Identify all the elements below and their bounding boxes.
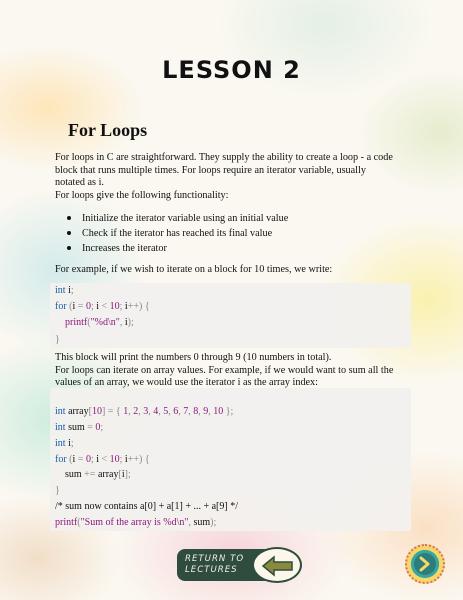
code-line: } — [50, 332, 411, 348]
section-heading: For Loops — [68, 120, 148, 140]
code-token: printf — [55, 517, 78, 529]
code-token: += — [81, 469, 98, 481]
code-line: sum += array[i]; — [50, 467, 411, 483]
code-token: ] = { — [101, 405, 124, 417]
code-line: int i; — [50, 283, 411, 299]
code-token: sum — [65, 421, 85, 433]
code-token: printf — [65, 317, 88, 329]
code-token: "%d\n" — [90, 317, 120, 329]
code-token: 10 — [109, 453, 120, 465]
code-token: for — [55, 453, 67, 465]
code-token: ); — [210, 517, 217, 529]
code-line: int sum = 0; — [50, 420, 411, 436]
code-token: = — [75, 453, 86, 465]
code-token: 10 — [109, 301, 120, 313]
code-token: ; — [100, 421, 104, 433]
code-token: "Sum of the array is %d\n" — [80, 517, 189, 529]
lesson-title: LESSON 2 — [162, 56, 301, 84]
code-token: sum — [55, 469, 82, 481]
code-block-loop: int i; for (i = 0; i < 10; i++) { printf(… — [50, 283, 411, 348]
middle-line: For loops can iterate on array values. F… — [55, 364, 394, 376]
code-token: int — [55, 285, 66, 296]
code-line: printf("Sum of the array is %d\n", sum); — [50, 515, 411, 531]
code-token: ); — [127, 317, 134, 329]
code-line: } — [50, 483, 411, 499]
code-token: < — [99, 453, 110, 465]
list-item: Check if the iterator has reached its fi… — [55, 226, 288, 241]
return-to-lectures-button[interactable]: RETURN TO LECTURES — [177, 547, 303, 583]
code-token: } — [55, 485, 60, 497]
functionality-list: Initialize the iterator variable using a… — [55, 211, 288, 256]
code-token: array — [65, 405, 89, 417]
intro-paragraph: For loops in C are straightforward. They… — [55, 152, 410, 202]
code-token: ++) { — [127, 301, 150, 313]
code-token: ]; — [124, 469, 131, 481]
code-token: int — [55, 405, 66, 417]
middle-line: This block will print the numbers 0 thro… — [55, 352, 332, 363]
arrow-left-icon — [252, 547, 302, 583]
code-line: for (i = 0; i < 10; i++) { — [50, 299, 411, 315]
code-token: 10 — [91, 405, 102, 417]
list-item: Initialize the iterator variable using a… — [55, 211, 288, 226]
code-token: = — [84, 421, 96, 433]
intro-line: For loops in C are straightforward. They… — [55, 152, 393, 163]
code-token: = — [75, 301, 86, 313]
code-line: for (i = 0; i < 10; i++) { — [50, 452, 411, 468]
code-token: sum — [193, 517, 211, 529]
code-line: printf("%d\n", i); — [50, 315, 411, 331]
code-token: array — [97, 469, 119, 481]
next-lesson-button[interactable] — [405, 544, 445, 584]
code-line: int i; — [50, 436, 411, 452]
code-line: int array[10] = { 1, 2, 3, 4, 5, 6, 7, 8… — [50, 404, 411, 420]
code-token: ; — [70, 437, 74, 449]
code-line: /* sum now contains a[0] + a[1] + ... + … — [50, 499, 411, 515]
example-intro: For example, if we wish to iterate on a … — [55, 264, 333, 275]
code-token: 10 — [213, 405, 224, 417]
code-token: } — [55, 333, 60, 345]
intro-line: block that runs multiple times. For loop… — [55, 164, 366, 176]
code-token: for — [55, 301, 67, 313]
code-token: ++) { — [127, 453, 150, 465]
code-token: int — [55, 421, 66, 433]
code-token: }; — [223, 405, 234, 417]
middle-paragraph: This block will print the numbers 0 thro… — [55, 352, 410, 390]
code-token: int — [55, 437, 66, 449]
intro-line: For loops give the following functionali… — [55, 189, 229, 201]
code-token: < — [99, 301, 110, 313]
code-token: /* sum now contains a[0] + a[1] + ... + … — [55, 501, 238, 513]
list-item: Increases the iterator — [55, 241, 288, 256]
code-token: ; — [70, 285, 74, 296]
intro-line: notated as i. — [55, 177, 104, 189]
code-block-array-sum: int array[10] = { 1, 2, 3, 4, 5, 6, 7, 8… — [50, 388, 411, 532]
chevron-right-icon — [411, 550, 439, 578]
